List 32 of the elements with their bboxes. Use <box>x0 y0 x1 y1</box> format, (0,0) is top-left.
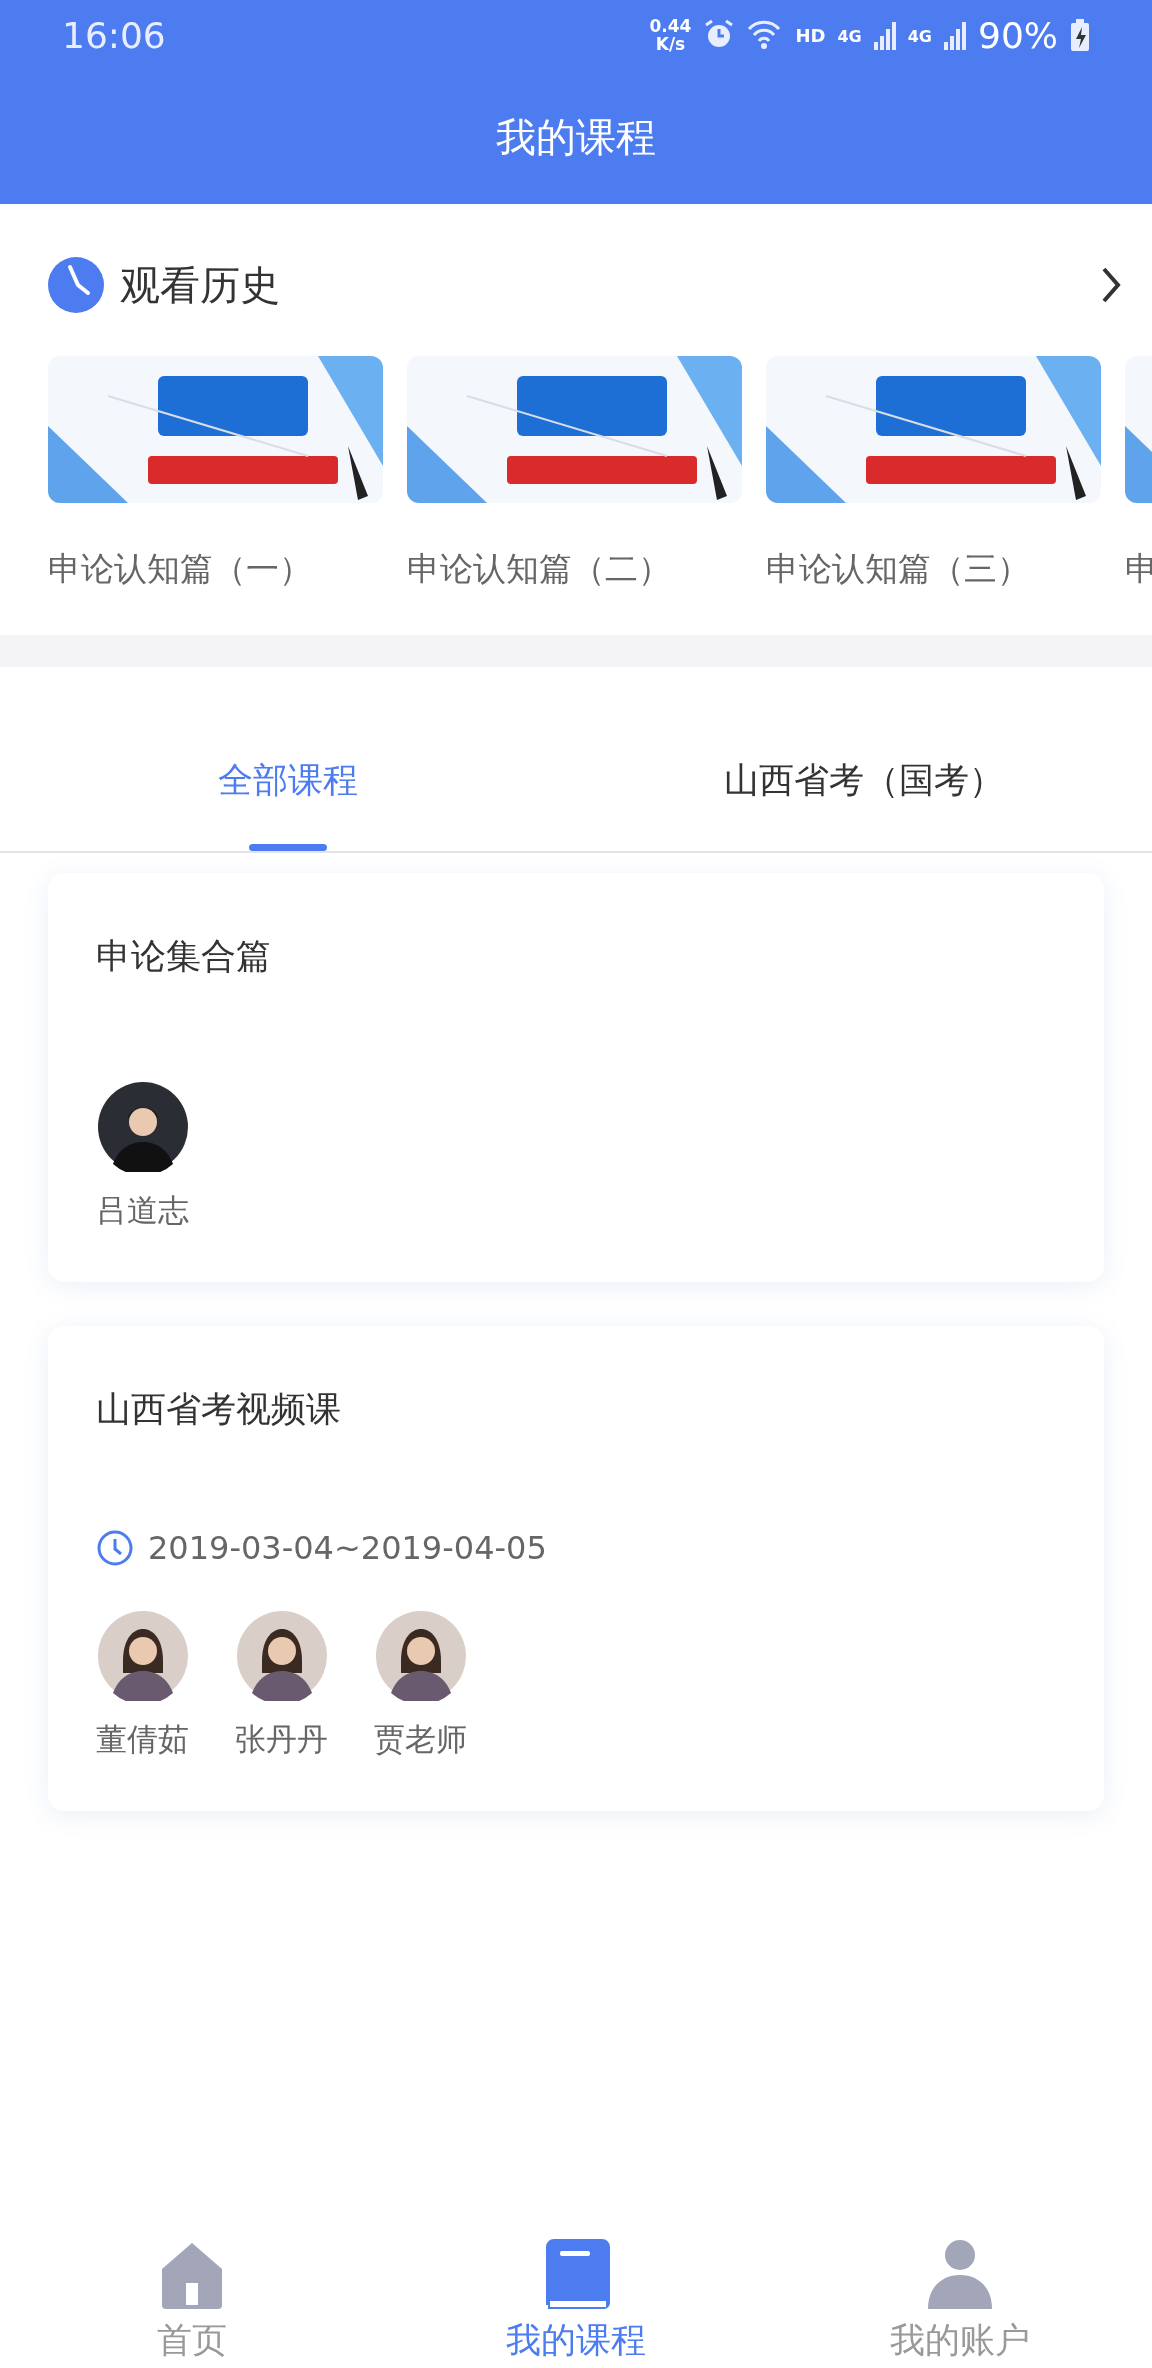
course-tab[interactable]: 全部课程 <box>0 667 576 851</box>
hd-label: HD <box>795 24 826 46</box>
person-icon <box>926 2239 994 2311</box>
speed-unit: K/s <box>655 35 686 53</box>
course-date: 2019-03-04~2019-04-05 <box>148 1529 547 1567</box>
speed-value: 0.44 <box>649 17 692 35</box>
video-title[interactable]: 申论认知篇（二） <box>407 547 742 592</box>
nav-tab[interactable]: 我的课程 <box>384 2238 768 2368</box>
battery-icon <box>1070 18 1090 52</box>
course-title: 山西省考视频课 <box>96 1388 342 1431</box>
teacher-name: 吕道志 <box>96 1191 189 1230</box>
video-title[interactable]: 申论认知篇（一） <box>48 547 383 592</box>
status-time: 16:06 <box>62 14 167 56</box>
signal-icon <box>944 20 966 50</box>
clock-icon <box>96 1529 134 1567</box>
teacher-name: 董倩茹 <box>96 1720 189 1759</box>
signal-icon <box>873 20 896 50</box>
course-title: 申论集合篇 <box>96 935 272 978</box>
chevron-right-icon[interactable] <box>1100 267 1122 303</box>
course-tab[interactable]: 山西省考（国考） <box>576 667 1152 851</box>
video-title[interactable]: 申论认知篇（三） <box>766 547 1101 592</box>
section-title: 观看历史 <box>120 260 281 310</box>
network-label: 4G <box>837 26 862 46</box>
teacher-name: 张丹丹 <box>235 1720 328 1759</box>
network-label: 4G <box>907 26 932 46</box>
page-title: 我的课程 <box>496 112 656 162</box>
video-title[interactable]: 申 <box>1125 547 1152 592</box>
teacher-name: 贾老师 <box>374 1720 467 1759</box>
course-card[interactable]: 申论集合篇 吕道志 <box>48 873 1104 1282</box>
battery-percent: 90% <box>978 14 1058 56</box>
clock-icon <box>48 257 104 313</box>
course-card[interactable]: 山西省考视频课 2019-03-04~2019-04-05 董倩茹 张丹丹 贾老师 <box>48 1326 1104 1811</box>
